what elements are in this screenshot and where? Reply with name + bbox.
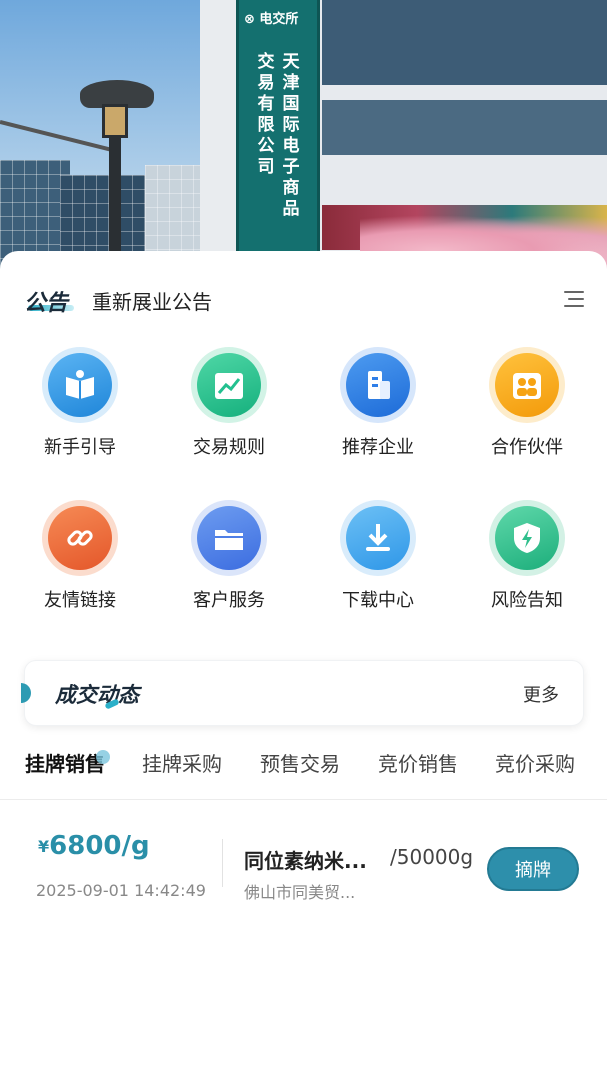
- sign-logo-text: 电交所: [259, 12, 299, 27]
- grid-label: 友情链接: [44, 590, 116, 611]
- sign-logo: ⊗ 电交所: [244, 12, 299, 27]
- building-sign: [236, 0, 320, 260]
- lamp-light: [102, 104, 128, 138]
- deals-card: 成交动态 更多: [21, 660, 584, 726]
- notice-bar[interactable]: 公告 重新展业公告: [24, 283, 584, 316]
- icon-circle: [340, 347, 416, 423]
- grid-label: 新手引导: [44, 437, 116, 458]
- list-item[interactable]: ¥6800/g 2025-09-01 14:42:49 同位素纳米... /50…: [0, 815, 607, 915]
- price-value: 6800/g: [49, 831, 150, 861]
- grid-item-partners[interactable]: 合作伙伴: [472, 347, 582, 477]
- grid-item-service[interactable]: 客户服务: [174, 500, 284, 630]
- grid-label: 下载中心: [342, 590, 414, 611]
- product-name: 同位素纳米...: [244, 849, 367, 873]
- download-icon: [366, 524, 390, 551]
- currency-symbol: ¥: [38, 837, 50, 856]
- notice-text[interactable]: 重新展业公告: [92, 286, 212, 315]
- icon-circle: [489, 500, 565, 576]
- deals-marker: [21, 683, 31, 703]
- building-windows: [322, 100, 607, 155]
- deals-title: 成交动态: [55, 683, 139, 707]
- sign-text-col2: 交易有限公司: [257, 52, 275, 177]
- grid-label: 客户服务: [193, 590, 265, 611]
- building-icon: [368, 371, 390, 399]
- building-facade: [200, 0, 240, 270]
- grid-item-links[interactable]: 友情链接: [25, 500, 135, 630]
- icon-circle: [42, 500, 118, 576]
- partners-icon: [513, 373, 541, 399]
- sign-text-col1: 天津国际电子商品: [282, 52, 300, 219]
- tab-listing-purchase[interactable]: 挂牌采购: [142, 748, 222, 777]
- grid-label: 交易规则: [193, 437, 265, 458]
- tab-auction-purchase[interactable]: 竞价采购: [495, 748, 575, 777]
- company-name: 佛山市同美贸...: [244, 883, 356, 902]
- tab-presale[interactable]: 预售交易: [260, 748, 340, 777]
- menu-icon[interactable]: [564, 291, 584, 307]
- icon-circle: [489, 347, 565, 423]
- grid-item-download[interactable]: 下载中心: [323, 500, 433, 630]
- lamp-arm: [0, 120, 117, 153]
- grid-item-guide[interactable]: 新手引导: [25, 347, 135, 477]
- tab-active-indicator: [96, 750, 110, 764]
- icon-circle: [42, 347, 118, 423]
- listing-tabs: 挂牌销售 挂牌采购 预售交易 竞价销售 竞价采购: [0, 744, 607, 800]
- grid-label: 风险告知: [491, 590, 563, 611]
- tab-auction-sale[interactable]: 竞价销售: [378, 748, 458, 777]
- divider: [222, 839, 223, 887]
- product-quantity: /50000g: [390, 845, 474, 869]
- chart-icon: [215, 373, 243, 399]
- grid-item-companies[interactable]: 推荐企业: [323, 347, 433, 477]
- link-icon: [67, 530, 93, 546]
- more-link[interactable]: 更多: [523, 681, 559, 707]
- folder-icon: [215, 530, 243, 550]
- hero-banner[interactable]: ⊗ 电交所 天津国际电子商品 交易有限公司: [0, 0, 607, 290]
- icon-circle: [191, 500, 267, 576]
- tab-listing-sale[interactable]: 挂牌销售: [25, 748, 105, 777]
- book-icon: [66, 370, 94, 399]
- price: ¥6800/g: [38, 831, 150, 861]
- icon-circle: [191, 347, 267, 423]
- icon-circle: [340, 500, 416, 576]
- grid-label: 合作伙伴: [491, 437, 563, 458]
- grid-item-risk[interactable]: 风险告知: [472, 500, 582, 630]
- delist-button[interactable]: 摘牌: [487, 847, 579, 891]
- listing-timestamp: 2025-09-01 14:42:49: [36, 881, 206, 900]
- shield-icon: [514, 523, 540, 553]
- building-windows: [322, 0, 607, 85]
- grid-item-rules[interactable]: 交易规则: [174, 347, 284, 477]
- grid-label: 推荐企业: [342, 437, 414, 458]
- notice-badge: 公告: [24, 291, 69, 316]
